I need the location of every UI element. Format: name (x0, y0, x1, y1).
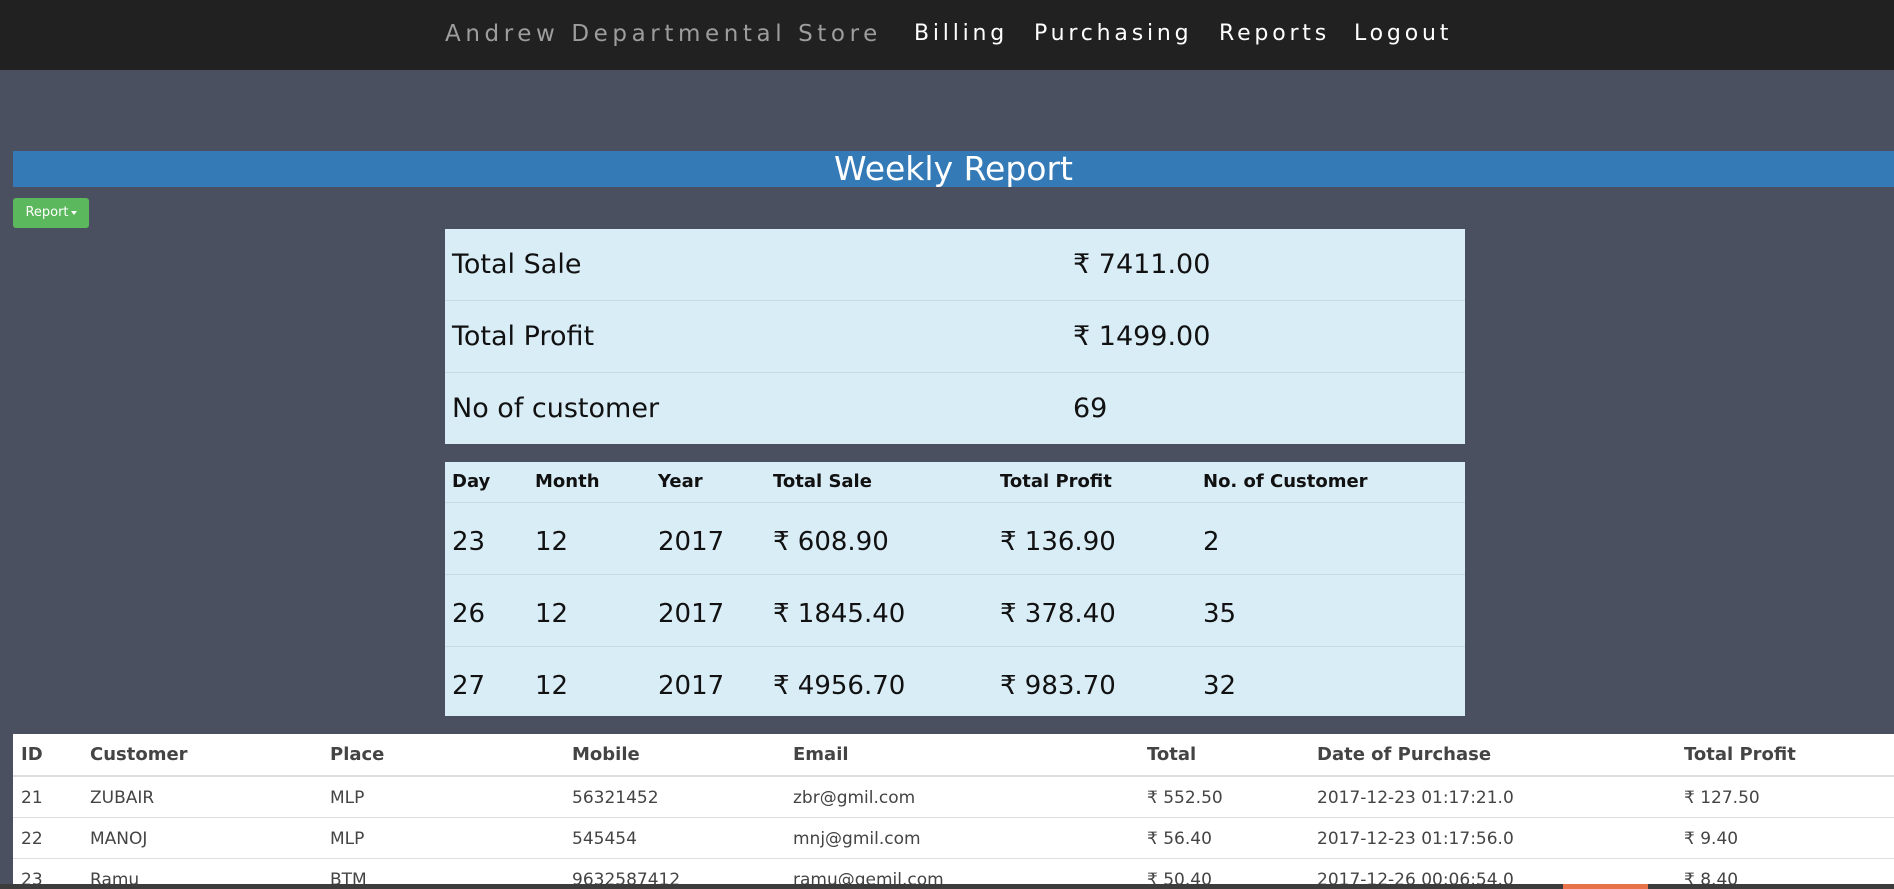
header-total-profit: Total Profit (1684, 744, 1796, 765)
cell-total-sale: ₹ 4956.70 (773, 671, 906, 701)
top-navbar: Andrew Departmental Store Billing Purcha… (0, 0, 1894, 70)
cell-id: 21 (21, 788, 43, 808)
daily-row: 26 12 2017 ₹ 1845.40 ₹ 378.40 35 (445, 575, 1465, 647)
summary-value: ₹ 1499.00 (1073, 321, 1211, 352)
summary-row-customers: No of customer 69 (445, 373, 1465, 444)
cell-mobile: 56321452 (572, 788, 659, 808)
cell-customer: ZUBAIR (90, 788, 155, 808)
nav-billing[interactable]: Billing (914, 21, 1008, 46)
customer-purchases-table: ID Customer Place Mobile Email Total Dat… (13, 734, 1894, 889)
summary-value: ₹ 7411.00 (1073, 249, 1211, 280)
summary-value: 69 (1073, 393, 1108, 424)
header-year: Year (658, 471, 703, 492)
cell-total: ₹ 56.40 (1147, 829, 1212, 849)
header-mobile: Mobile (572, 744, 640, 765)
summary-label: No of customer (452, 393, 660, 424)
cell-total-sale: ₹ 1845.40 (773, 599, 906, 629)
cell-customer-count: 32 (1203, 671, 1237, 701)
header-id: ID (21, 744, 43, 765)
header-total-sale: Total Sale (773, 471, 872, 492)
cell-id: 22 (21, 829, 43, 849)
cell-year: 2017 (658, 671, 725, 701)
daily-row: 23 12 2017 ₹ 608.90 ₹ 136.90 2 (445, 503, 1465, 575)
cell-email: mnj@gmil.com (793, 829, 921, 849)
cell-total-profit: ₹ 983.70 (1000, 671, 1116, 701)
nav-purchasing[interactable]: Purchasing (1034, 21, 1192, 46)
caret-down-icon (70, 210, 77, 215)
header-customer: Customer (90, 744, 188, 765)
header-date-of-purchase: Date of Purchase (1317, 744, 1492, 765)
summary-label: Total Profit (452, 321, 595, 352)
daily-row: 27 12 2017 ₹ 4956.70 ₹ 983.70 32 (445, 647, 1465, 718)
cell-year: 2017 (658, 527, 725, 557)
header-day: Day (452, 471, 491, 492)
header-place: Place (330, 744, 385, 765)
cell-total: ₹ 552.50 (1147, 788, 1223, 808)
nav-logout[interactable]: Logout (1354, 21, 1452, 46)
cell-total-sale: ₹ 608.90 (773, 527, 889, 557)
daily-table-header: Day Month Year Total Sale Total Profit N… (445, 462, 1465, 503)
cell-customer: MANOJ (90, 829, 148, 849)
cell-total-profit: ₹ 9.40 (1684, 829, 1739, 849)
cell-place: MLP (330, 829, 365, 849)
report-title-bar: Weekly Report (13, 151, 1894, 187)
cell-year: 2017 (658, 599, 725, 629)
customer-table-header: ID Customer Place Mobile Email Total Dat… (13, 734, 1894, 777)
cell-month: 12 (535, 527, 569, 557)
report-title: Weekly Report (834, 149, 1073, 188)
cell-email: zbr@gmil.com (793, 788, 916, 808)
nav-reports[interactable]: Reports (1219, 21, 1330, 46)
cell-place: MLP (330, 788, 365, 808)
header-month: Month (535, 471, 600, 492)
report-dropdown-label: Report (25, 205, 69, 220)
table-row: 21 ZUBAIR MLP 56321452 zbr@gmil.com ₹ 55… (13, 777, 1894, 818)
cell-day: 23 (452, 527, 486, 557)
cell-total-profit: ₹ 127.50 (1684, 788, 1760, 808)
report-dropdown-button[interactable]: Report (13, 198, 89, 228)
cell-customer-count: 35 (1203, 599, 1237, 629)
bottom-highlight (1563, 884, 1648, 889)
header-total-profit: Total Profit (1000, 471, 1112, 492)
cell-date: 2017-12-23 01:17:21.0 (1317, 788, 1514, 808)
nav-menu: Billing Purchasing Reports Logout (0, 21, 1894, 51)
summary-row-total-sale: Total Sale ₹ 7411.00 (445, 229, 1465, 301)
summary-row-total-profit: Total Profit ₹ 1499.00 (445, 301, 1465, 373)
cell-total-profit: ₹ 136.90 (1000, 527, 1116, 557)
cell-customer-count: 2 (1203, 527, 1220, 557)
cell-day: 26 (452, 599, 486, 629)
cell-mobile: 545454 (572, 829, 637, 849)
summary-label: Total Sale (452, 249, 582, 280)
header-total: Total (1147, 744, 1197, 765)
header-customer-count: No. of Customer (1203, 471, 1368, 492)
daily-report-table: Day Month Year Total Sale Total Profit N… (445, 462, 1465, 716)
summary-table: Total Sale ₹ 7411.00 Total Profit ₹ 1499… (445, 229, 1465, 444)
cell-date: 2017-12-23 01:17:56.0 (1317, 829, 1514, 849)
cell-total-profit: ₹ 378.40 (1000, 599, 1116, 629)
header-email: Email (793, 744, 849, 765)
cell-month: 12 (535, 671, 569, 701)
cell-day: 27 (452, 671, 486, 701)
cell-month: 12 (535, 599, 569, 629)
table-row: 22 MANOJ MLP 545454 mnj@gmil.com ₹ 56.40… (13, 818, 1894, 859)
